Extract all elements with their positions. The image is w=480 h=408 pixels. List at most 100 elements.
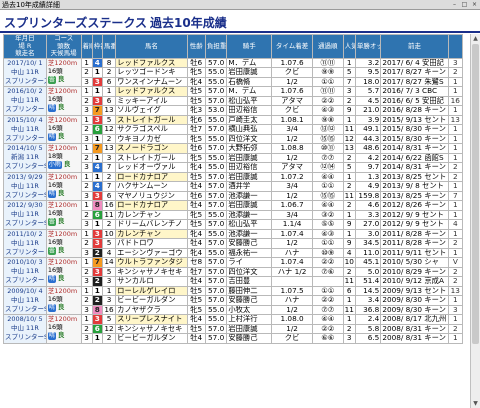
horse-name[interactable]: レッツゴードンキ — [115, 67, 188, 78]
jockey-name[interactable]: 岩田康誠 — [226, 323, 273, 334]
col-prev[interactable]: 前走 — [380, 34, 449, 59]
jockey-name[interactable]: 池添謙一 — [226, 190, 273, 201]
col-rank[interactable]: 着順 — [80, 34, 93, 59]
table-row[interactable]: 2008/10/ 5 中山 11R スプリンターS 芝1200m 16頭晴 良 1 3 5 スリ… — [3, 314, 464, 344]
jockey-name[interactable]: 岩田康誠 — [226, 171, 273, 182]
col-time[interactable]: タイム着差 — [271, 34, 313, 59]
prev-race[interactable]: 2008/ 8/31 キーン — [380, 323, 449, 334]
race-meta[interactable]: 2011/10/ 2 中山 11R スプリンター — [3, 228, 47, 258]
horse-name[interactable]: エーシンヴァーゴウ — [115, 247, 188, 258]
col-course[interactable]: コース 頭数 天候馬場 — [45, 34, 82, 59]
horse-name[interactable]: ワンスインナムーン — [115, 76, 188, 87]
horse-name[interactable]: ストレイトガール — [115, 114, 188, 125]
horse-name[interactable]: ソルヴェイグ — [115, 105, 188, 116]
race-name-cell[interactable]: スプリンターズ — [5, 77, 45, 86]
jockey-name[interactable]: 松山弘平 — [226, 95, 273, 106]
horse-name[interactable]: ウルトラファンタジ — [115, 257, 188, 268]
jockey-name[interactable]: 松山弘平 — [226, 219, 273, 230]
jockey-name[interactable]: 石橋脩 — [226, 76, 273, 87]
jockey-name[interactable]: 安藤勝己 — [226, 238, 273, 249]
prev-race[interactable]: 2011/ 9/11 セント — [380, 247, 449, 258]
jockey-name[interactable]: 戸崎圭太 — [226, 114, 273, 125]
maximize-button[interactable]: □ — [460, 0, 469, 9]
jockey-name[interactable]: M．デム — [226, 57, 273, 68]
horse-name[interactable]: レッドオーヴァル — [115, 162, 188, 173]
horse-name[interactable]: スノードラゴン — [115, 143, 188, 154]
jockey-name[interactable]: 横山典弘 — [226, 124, 273, 135]
horse-name[interactable]: ロードカナロア — [115, 200, 188, 211]
horse-name[interactable]: ハクサンムーン — [115, 181, 188, 192]
prev-race[interactable]: 2017/ 8/27 キーン — [380, 67, 449, 78]
prev-race[interactable]: 2015/ 8/30 キーン — [380, 133, 449, 144]
prev-race[interactable]: 2014/ 6/22 函館S — [380, 152, 449, 163]
race-meta[interactable]: 2013/ 9/29 中山 11R スプリンターS — [3, 171, 47, 201]
prev-race[interactable]: 2009/ 8/30 キーン — [380, 295, 449, 306]
horse-name[interactable]: スリープレスナイト — [115, 314, 188, 325]
prev-race[interactable]: 2013/ 8/25 セント — [380, 171, 449, 182]
prev-race[interactable]: 2016/ 7/ 3 CBC — [380, 86, 449, 97]
jockey-name[interactable]: 池添謙一 — [226, 209, 273, 220]
prev-race[interactable]: 2015/ 9/13 セント — [380, 114, 449, 125]
col-gate[interactable]: 枠番 — [91, 34, 103, 59]
prev-race[interactable]: 2014/ 8/31 キーン — [380, 143, 449, 154]
minimize-button[interactable]: – — [450, 0, 459, 9]
race-meta[interactable]: 2008/10/ 5 中山 11R スプリンターS — [3, 314, 47, 344]
horse-name[interactable]: キンシャサノキセキ — [115, 323, 188, 334]
horse-name[interactable]: カレンチャン — [115, 209, 188, 220]
horse-name[interactable]: レッドファルクス — [115, 86, 188, 97]
scroll-up-icon[interactable]: ▲ — [471, 34, 480, 43]
prev-race[interactable]: 2013/ 9/ 8 セント — [380, 181, 449, 192]
jockey-name[interactable]: 岩田康誠 — [226, 200, 273, 211]
table-row[interactable]: 2015/10/ 4 中山 11R スプリンター 芝1200m 16頭晴 良 1 3 5 ストレ… — [3, 114, 464, 144]
prev-race[interactable]: 2008/ 8/31 キーン — [380, 333, 449, 344]
horse-name[interactable]: ローレルゲレイロ — [115, 285, 188, 296]
col-odds[interactable]: 単勝オッズ — [354, 34, 382, 59]
jockey-name[interactable]: 藤田伸二 — [226, 285, 273, 296]
horse-name[interactable]: カレンチャン — [115, 228, 188, 239]
col-sex[interactable]: 性齢 — [186, 34, 206, 59]
race-meta[interactable]: 2014/10/ 5 新潟 11R スプリンターS — [3, 143, 47, 173]
race-name-cell[interactable]: スプリンターS — [5, 191, 45, 200]
race-name-cell[interactable]: スプリンターS — [5, 333, 45, 342]
scroll-thumb[interactable] — [472, 44, 479, 344]
table-row[interactable]: 2017/10/ 1 中山 11R スプリンターズ 芝1200m 16頭曇 良 1 4 8 レッ… — [3, 57, 464, 87]
prev-race[interactable]: 2010/ 8/29 キーン — [380, 266, 449, 277]
scroll-down-icon[interactable]: ▼ — [471, 399, 480, 408]
horse-name[interactable]: カノヤザクラ — [115, 304, 188, 315]
horse-name[interactable]: パドトロワ — [115, 238, 188, 249]
table-row[interactable]: 2014/10/ 5 新潟 11R スプリンターS 芝1200m 18頭 小雨 良 1 7 13… — [3, 143, 464, 173]
prev-race[interactable]: 2012/ 9/ 9 セント — [380, 209, 449, 220]
close-button[interactable]: × — [470, 0, 479, 9]
horse-name[interactable]: ドリームバレンチノ — [115, 219, 188, 230]
jockey-name[interactable]: 吉田豊 — [226, 276, 273, 287]
race-name-cell[interactable]: スプリンター — [5, 248, 45, 257]
horse-name[interactable]: ストレイトガール — [115, 152, 188, 163]
horse-name[interactable]: ミッキーアイル — [115, 95, 188, 106]
prev-race[interactable]: 2017/ 8/27 朱鷺S — [380, 76, 449, 87]
jockey-name[interactable]: 小牧太 — [226, 304, 273, 315]
jockey-name[interactable]: 岩田康誠 — [226, 152, 273, 163]
race-meta[interactable]: 2009/10/ 4 中山 11R スプリンターS — [3, 285, 47, 315]
horse-name[interactable]: ビービーガルダン — [115, 295, 188, 306]
horse-name[interactable]: ロードカナロア — [115, 171, 188, 182]
prev-race[interactable]: 2013/ 8/25 キーン — [380, 190, 449, 201]
jockey-name[interactable]: 池添謙一 — [226, 228, 273, 239]
jockey-name[interactable]: 田辺裕信 — [226, 105, 273, 116]
jockey-name[interactable]: 安藤勝己 — [226, 333, 273, 344]
jockey-name[interactable]: 田辺裕信 — [226, 162, 273, 173]
col-date[interactable]: 年月日場 R 競走名 — [3, 34, 47, 59]
table-row[interactable]: 2012/ 9/30 中山 11R スプリンターS 芝1200m 16頭曇 良 1 8 16 ロ… — [3, 200, 464, 230]
col-pop[interactable]: 人気 — [342, 34, 356, 59]
jockey-name[interactable]: 四位洋文 — [226, 266, 273, 277]
jockey-name[interactable]: 福永祐一 — [226, 247, 273, 258]
race-name-cell[interactable]: スプリンターS — [5, 305, 45, 314]
col-pass[interactable]: 通過順 — [311, 34, 344, 59]
prev-race[interactable]: 2016/ 6/ 5 安田記 — [380, 95, 449, 106]
race-name-cell[interactable]: スプリンター — [5, 276, 45, 285]
horse-name[interactable]: キンシャサノキセキ — [115, 266, 188, 277]
table-row[interactable]: 2010/10/ 3 中山 11R スプリンター 芝1200m 16頭晴 良 1 7 14 ウル… — [3, 257, 464, 287]
jockey-name[interactable]: 四位洋文 — [226, 133, 273, 144]
prev-race[interactable]: 2015/ 8/30 キーン — [380, 124, 449, 135]
prev-race[interactable]: 2017/ 6/ 4 安田記 — [380, 57, 449, 68]
table-row[interactable]: 2013/ 9/29 中山 11R スプリンターS 芝1200m 16頭晴 良 1 1 2 ロー… — [3, 171, 464, 201]
